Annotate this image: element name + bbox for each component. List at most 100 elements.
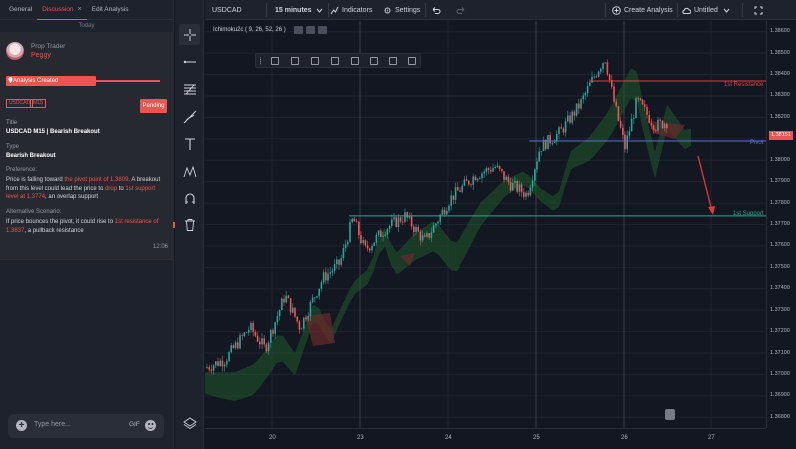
- message-input[interactable]: Type here...: [34, 421, 71, 428]
- price-tick: 1.37800: [770, 199, 790, 206]
- time-axis[interactable]: 20 23 24 25 26 27: [205, 428, 766, 449]
- candle: [624, 134, 626, 150]
- candle: [613, 86, 615, 102]
- candle: [630, 118, 633, 132]
- candle: [525, 192, 527, 197]
- candle: [223, 364, 226, 367]
- pattern-tool[interactable]: [179, 161, 200, 182]
- candle: [344, 244, 347, 249]
- close-icon[interactable]: ×: [78, 6, 82, 13]
- tab-general[interactable]: General: [4, 0, 37, 20]
- settings-icon[interactable]: [305, 26, 315, 34]
- indicator-legend[interactable]: Ichimoku2c ( 9, 26, 52, 26 ): [213, 26, 327, 34]
- emoji-icon[interactable]: [145, 420, 156, 431]
- candle: [655, 130, 657, 132]
- magnet-tool[interactable]: [179, 188, 200, 209]
- candle: [232, 345, 235, 349]
- tab-edit-analysis[interactable]: Edit Analysis: [87, 0, 134, 20]
- candle: [452, 195, 455, 200]
- candle: [373, 242, 375, 246]
- candle: [331, 270, 334, 273]
- candle: [666, 123, 668, 129]
- price-tick: 1.36900: [770, 392, 790, 399]
- fib-retracement-tool[interactable]: [179, 78, 200, 99]
- close-icon[interactable]: [317, 26, 327, 34]
- divider: [328, 3, 329, 17]
- avatar[interactable]: [6, 42, 24, 60]
- visibility-icon[interactable]: [293, 26, 303, 34]
- candle: [608, 74, 611, 80]
- price-chart[interactable]: [205, 21, 766, 428]
- crosshair-tool[interactable]: [179, 24, 200, 45]
- indicators-button[interactable]: Indicators: [330, 0, 372, 20]
- trend-line-tool[interactable]: [179, 51, 200, 72]
- status-badge[interactable]: Pending: [140, 99, 167, 113]
- layers-tool[interactable]: [179, 412, 200, 433]
- date-tick: 27: [708, 435, 715, 441]
- candle: [270, 330, 272, 343]
- candle: [529, 187, 532, 196]
- candle: [615, 101, 617, 107]
- candle: [366, 245, 369, 249]
- extend-line-icon[interactable]: [351, 57, 359, 65]
- text-tool[interactable]: [179, 133, 200, 154]
- line-style-icon[interactable]: [291, 57, 299, 65]
- more-icon[interactable]: [408, 57, 416, 65]
- cloud-icon: [682, 7, 691, 14]
- candle: [243, 332, 246, 337]
- candle: [384, 234, 386, 236]
- price-axis[interactable]: 1.38600 1.38500 1.38400 1.38300 1.38200 1.381…: [766, 21, 796, 428]
- symbol-search[interactable]: USDCAD: [212, 0, 242, 20]
- candle: [485, 168, 488, 172]
- divider: [677, 3, 678, 17]
- candle: [661, 120, 664, 129]
- line-color-icon[interactable]: [271, 57, 279, 65]
- add-attachment-icon[interactable]: +: [16, 420, 27, 431]
- title-value: USDCAD M15 | Bearish Breakout: [6, 129, 100, 135]
- author-name[interactable]: Peggy: [31, 52, 51, 59]
- candle: [633, 118, 635, 119]
- create-analysis-button[interactable]: Create Analysis: [612, 0, 673, 20]
- candle: [362, 240, 364, 243]
- candle: [406, 212, 408, 218]
- ichimoku-cloud-bearish: [305, 313, 335, 346]
- alternative-part: If price bounces the pivot, it could ris…: [6, 219, 115, 225]
- candle: [474, 176, 477, 181]
- candle: [562, 128, 565, 133]
- candle: [285, 295, 287, 303]
- gear-icon: [384, 7, 391, 13]
- fullscreen-button[interactable]: [754, 0, 766, 20]
- interval-selector[interactable]: 15 minutes: [275, 0, 327, 20]
- candle: [441, 209, 444, 215]
- redo-button[interactable]: [456, 0, 468, 20]
- date-tick: 26: [621, 435, 628, 441]
- candle: [329, 272, 331, 274]
- candle: [637, 97, 639, 99]
- line-width-icon[interactable]: [311, 57, 319, 65]
- drag-handle-icon[interactable]: [260, 57, 263, 65]
- candle: [377, 230, 380, 235]
- candle: [397, 217, 400, 227]
- edit-icon[interactable]: [370, 57, 378, 65]
- candle: [254, 331, 257, 336]
- price-tick: 1.37000: [770, 370, 790, 377]
- delete-tool[interactable]: [179, 214, 200, 235]
- fill-color-icon[interactable]: [331, 57, 339, 65]
- candle: [314, 297, 316, 299]
- candle: [281, 298, 283, 311]
- chevron-down-icon: [723, 8, 730, 13]
- gif-button[interactable]: GIF: [129, 421, 140, 428]
- candle: [358, 221, 360, 236]
- bell-icon[interactable]: [665, 409, 675, 420]
- tab-discussion[interactable]: Discussion ×: [37, 0, 87, 20]
- rectangle-icon[interactable]: [389, 57, 397, 65]
- settings-button[interactable]: Settings: [383, 0, 420, 20]
- undo-button[interactable]: [432, 0, 444, 20]
- price-tick: 1.37300: [770, 306, 790, 313]
- chart-area[interactable]: Ichimoku2c ( 9, 26, 52, 26 ) 1st Resista…: [205, 21, 796, 449]
- candle: [380, 230, 382, 237]
- candle: [659, 119, 661, 121]
- layout-menu[interactable]: Untitled: [682, 0, 734, 20]
- candle: [457, 187, 459, 191]
- brush-tool[interactable]: [179, 106, 200, 127]
